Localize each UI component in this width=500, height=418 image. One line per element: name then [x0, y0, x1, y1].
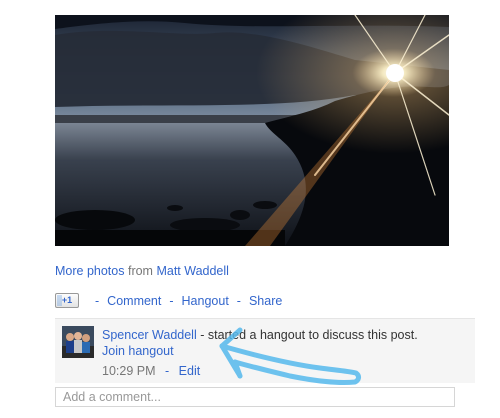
hangout-link[interactable]: Hangout — [182, 294, 229, 308]
timestamp: 10:29 PM — [102, 364, 156, 378]
hangout-meta: 10:29 PM - Edit — [102, 364, 200, 378]
action-separator: - — [236, 293, 241, 308]
post-photo[interactable] — [55, 15, 449, 246]
author-link[interactable]: Matt Waddell — [156, 264, 228, 278]
avatar[interactable] — [62, 326, 94, 358]
meta-separator: - — [165, 364, 170, 378]
from-label: from — [127, 264, 153, 278]
edit-link[interactable]: Edit — [179, 364, 201, 378]
action-separator: - — [95, 293, 100, 308]
join-hangout-link[interactable]: Join hangout — [102, 344, 174, 358]
photo-attribution: More photos from Matt Waddell — [55, 264, 229, 278]
more-photos-link[interactable]: More photos — [55, 264, 124, 278]
hangout-user-link[interactable]: Spencer Waddell — [102, 328, 197, 342]
action-separator: - — [169, 293, 174, 308]
comment-link[interactable]: Comment — [107, 294, 161, 308]
hangout-message: Spencer Waddell - started a hangout to d… — [102, 327, 418, 344]
add-comment-input[interactable] — [55, 387, 455, 407]
share-link[interactable]: Share — [249, 294, 282, 308]
post-action-bar: +1 - Comment - Hangout - Share — [55, 293, 282, 308]
plus-one-button[interactable]: +1 — [55, 293, 79, 308]
hangout-message-text: - started a hangout to discuss this post… — [196, 328, 418, 342]
